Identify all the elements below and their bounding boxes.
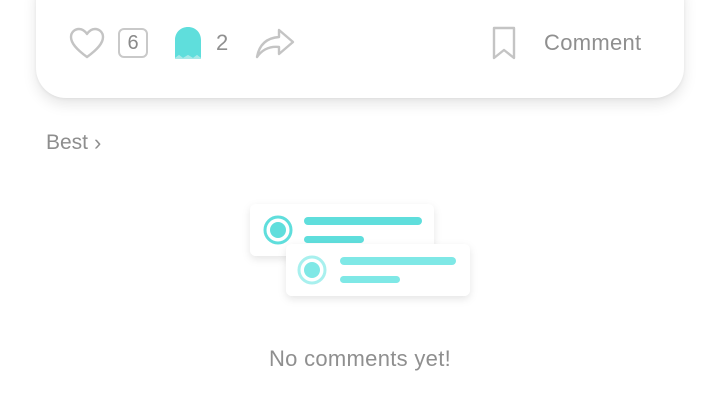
chevron-right-icon: › [94, 130, 102, 155]
post-action-bar: 6 2 Comment [36, 20, 684, 66]
ghost-icon [175, 27, 201, 59]
share-arrow-icon [255, 28, 295, 59]
ghost-button[interactable] [170, 20, 206, 66]
bookmark-outline-icon [492, 26, 516, 60]
share-button[interactable] [252, 20, 298, 66]
post-page: 6 2 Comment Best › No comments yet! [0, 0, 720, 407]
heart-outline-icon [69, 27, 105, 59]
post-card: 6 2 Comment [36, 0, 684, 98]
bookmark-button[interactable] [488, 20, 520, 66]
sort-label: Best [46, 131, 89, 154]
ghost-count: 2 [216, 30, 229, 55]
like-button[interactable] [68, 20, 106, 66]
comment-sort-dropdown[interactable]: Best › [46, 128, 101, 158]
comment-button[interactable]: Comment [544, 20, 641, 66]
empty-comments-illustration [238, 192, 484, 322]
like-count-badge: 6 [118, 28, 148, 58]
empty-comments-message: No comments yet! [268, 346, 452, 371]
